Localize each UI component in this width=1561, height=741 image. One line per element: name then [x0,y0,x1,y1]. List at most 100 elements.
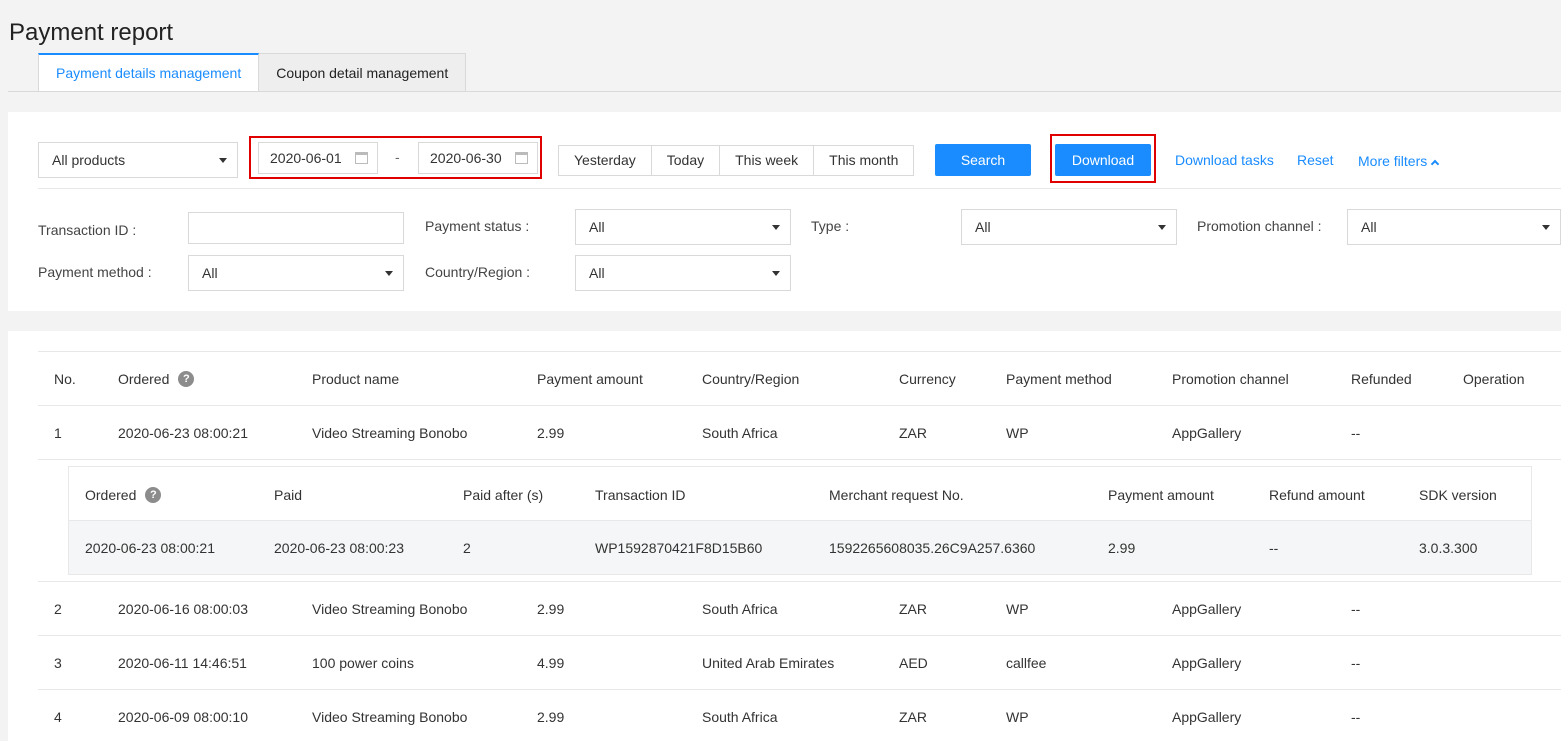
calendar-icon [515,152,528,164]
detail-col-merchant-request: Merchant request No. [829,487,964,503]
product-select[interactable]: All products [38,142,238,178]
row-divider [38,689,1561,690]
cell-amount: 2.99 [537,709,565,725]
col-header-country: Country/Region [702,371,800,387]
cell-refunded: -- [1351,709,1361,725]
cell-method: WP [1006,601,1029,617]
col-header-channel: Promotion channel [1172,371,1289,387]
cell-product: Video Streaming Bonobo [312,601,468,617]
cell-currency: ZAR [899,709,927,725]
promotion-channel-value: All [1361,219,1377,235]
col-header-no: No. [54,371,76,387]
calendar-icon [355,152,368,164]
detail-col-transaction-id: Transaction ID [595,487,686,503]
chevron-down-icon [1542,225,1550,230]
row-divider [38,581,1561,582]
detail-transaction-id: WP1592870421F8D15B60 [595,540,763,556]
detail-refund-amount: -- [1269,540,1279,556]
detail-col-ordered: Ordered? [85,487,162,504]
reset-link[interactable]: Reset [1297,152,1334,168]
row-divider [38,459,1561,460]
date-separator: - [395,149,400,165]
filter-divider [38,188,1561,189]
payment-status-select[interactable]: All [575,209,791,245]
filter-panel: All products 2020-06-01 - 2020-06-30 Yes… [8,112,1561,311]
detail-col-paid-after: Paid after (s) [463,487,544,503]
tab-coupon-details[interactable]: Coupon detail management [259,53,467,92]
cell-currency: AED [899,655,928,671]
cell-ordered: 2020-06-16 08:00:03 [118,601,248,617]
download-button[interactable]: Download [1055,144,1151,176]
detail-col-paid: Paid [274,487,303,503]
help-icon[interactable]: ? [145,487,162,504]
cell-amount: 2.99 [537,425,565,441]
cell-product: Video Streaming Bonobo [312,709,468,725]
col-header-method: Payment method [1006,371,1112,387]
cell-country: South Africa [702,709,778,725]
cell-ordered: 2020-06-11 14:46:51 [118,655,247,671]
detail-merchant-request: 1592265608035.26C9A257.6360 [829,540,1036,556]
quick-range-this-week[interactable]: This week [719,146,814,175]
cell-channel: AppGallery [1172,709,1242,725]
col-header-refunded: Refunded [1351,371,1412,387]
tab-payment-details[interactable]: Payment details management [38,53,260,92]
chevron-down-icon [219,158,227,163]
payment-method-select[interactable]: All [188,255,404,291]
detail-col-ordered-label: Ordered [85,487,137,503]
detail-col-payment-amount: Payment amount [1108,487,1214,503]
tab-divider [8,91,1561,92]
cell-currency: ZAR [899,601,927,617]
detail-paid: 2020-06-23 08:00:23 [274,540,404,556]
cell-method: WP [1006,709,1029,725]
cell-amount: 2.99 [537,601,565,617]
cell-refunded: -- [1351,601,1361,617]
start-date-input[interactable]: 2020-06-01 [258,142,378,174]
cell-channel: AppGallery [1172,425,1242,441]
cell-country: United Arab Emirates [702,655,835,671]
cell-no: 4 [54,709,62,725]
more-filters-link[interactable]: More filters [1358,153,1440,169]
cell-product: 100 power coins [312,655,414,671]
cell-country: South Africa [702,425,778,441]
quick-range-this-month[interactable]: This month [813,146,914,175]
promotion-channel-label: Promotion channel : [1197,218,1322,234]
table-top-border [38,351,1561,352]
cell-no: 2 [54,601,62,617]
type-select[interactable]: All [961,209,1177,245]
header-divider [38,405,1561,406]
download-tasks-link[interactable]: Download tasks [1175,152,1274,168]
chevron-down-icon [772,271,780,276]
promotion-channel-select[interactable]: All [1347,209,1561,245]
product-select-value: All products [52,152,126,168]
transaction-id-input[interactable] [188,212,404,244]
help-icon[interactable]: ? [178,371,195,388]
start-date-value: 2020-06-01 [270,150,342,166]
detail-ordered: 2020-06-23 08:00:21 [85,540,215,556]
col-header-amount: Payment amount [537,371,643,387]
row-divider [38,635,1561,636]
cell-ordered: 2020-06-23 08:00:21 [118,425,248,441]
cell-currency: ZAR [899,425,927,441]
quick-range-yesterday[interactable]: Yesterday [559,146,651,175]
end-date-input[interactable]: 2020-06-30 [418,142,538,174]
tab-bar: Payment details management Coupon detail… [38,53,467,92]
row-detail-panel: Ordered? Paid Paid after (s) Transaction… [68,466,1532,575]
search-button[interactable]: Search [935,144,1031,176]
detail-row: 2020-06-23 08:00:21 2020-06-23 08:00:23 … [69,521,1531,574]
payment-table: No. Ordered? Product name Payment amount… [8,331,1561,741]
cell-refunded: -- [1351,425,1361,441]
col-header-product: Product name [312,371,400,387]
chevron-down-icon [1158,225,1166,230]
detail-sdk-version: 3.0.3.300 [1419,540,1478,556]
quick-range-today[interactable]: Today [650,146,720,175]
page-title: Payment report [9,19,174,46]
type-value: All [975,219,991,235]
detail-payment-amount: 2.99 [1108,540,1136,556]
country-region-select[interactable]: All [575,255,791,291]
type-label: Type : [811,218,850,234]
detail-paid-after: 2 [463,540,471,556]
payment-method-value: All [202,265,218,281]
quick-range-group: Yesterday Today This week This month [558,145,915,176]
cell-channel: AppGallery [1172,601,1242,617]
country-region-value: All [589,265,605,281]
